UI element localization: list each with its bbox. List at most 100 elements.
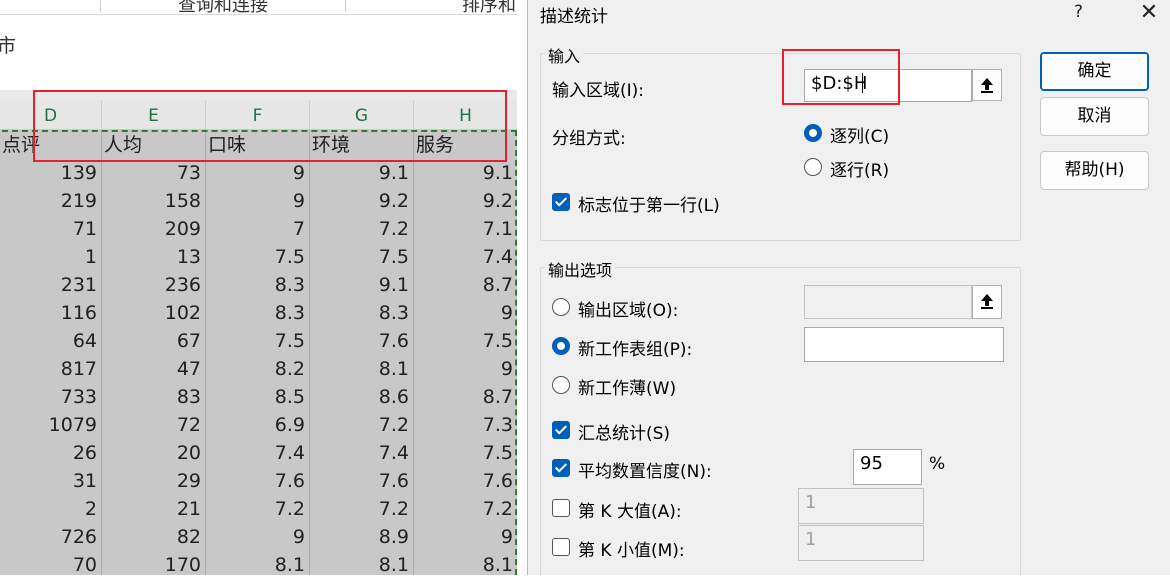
kth-smallest-checkbox[interactable] xyxy=(552,538,570,556)
header-cell[interactable]: 口味 xyxy=(208,130,307,158)
table-cell[interactable]: 9.1 xyxy=(414,158,513,186)
header-cell[interactable]: 服务 xyxy=(416,130,515,158)
output-collapse-button[interactable] xyxy=(972,285,1002,319)
table-cell[interactable]: 21 xyxy=(102,494,201,522)
table-cell[interactable]: 8.9 xyxy=(310,522,409,550)
new-sheet-radio[interactable] xyxy=(552,337,570,355)
new-workbook-radio[interactable] xyxy=(552,376,570,394)
table-cell[interactable]: 64 xyxy=(0,326,97,354)
column-header-g[interactable]: G xyxy=(310,100,413,129)
table-cell[interactable]: 7.4 xyxy=(414,242,513,270)
table-cell[interactable]: 7.6 xyxy=(414,466,513,494)
table-cell[interactable]: 67 xyxy=(102,326,201,354)
table-cell[interactable]: 116 xyxy=(0,298,97,326)
confidence-level-label[interactable]: 平均数置信度(N): xyxy=(578,457,712,482)
table-cell[interactable]: 9.1 xyxy=(310,270,409,298)
input-range-field[interactable]: $D:$H xyxy=(804,69,972,102)
summary-statistics-checkbox[interactable] xyxy=(552,421,570,439)
ok-button[interactable]: 确定 xyxy=(1040,52,1149,91)
table-cell[interactable]: 82 xyxy=(102,522,201,550)
table-cell[interactable]: 9 xyxy=(414,354,513,382)
new-sheet-name-field[interactable] xyxy=(804,327,1004,362)
table-cell[interactable]: 26 xyxy=(0,438,97,466)
table-cell[interactable]: 20 xyxy=(102,438,201,466)
table-cell[interactable]: 71 xyxy=(0,214,97,242)
table-cell[interactable]: 8.6 xyxy=(310,382,409,410)
table-cell[interactable]: 83 xyxy=(102,382,201,410)
table-cell[interactable]: 236 xyxy=(102,270,201,298)
header-cell[interactable]: 人均 xyxy=(104,130,203,158)
table-cell[interactable]: 733 xyxy=(0,382,97,410)
table-cell[interactable]: 9.2 xyxy=(310,186,409,214)
help-icon[interactable]: ? xyxy=(1074,2,1083,22)
table-cell[interactable]: 8.1 xyxy=(310,550,409,575)
labels-first-row-label[interactable]: 标志位于第一行(L) xyxy=(578,191,720,216)
table-cell[interactable]: 9.2 xyxy=(414,186,513,214)
column-header-e[interactable]: E xyxy=(102,100,205,129)
table-cell[interactable]: 8.1 xyxy=(206,550,305,575)
table-cell[interactable]: 7.5 xyxy=(414,438,513,466)
table-cell[interactable]: 7.6 xyxy=(206,466,305,494)
new-sheet-label[interactable]: 新工作表组(P): xyxy=(578,335,692,360)
table-cell[interactable]: 31 xyxy=(0,466,97,494)
table-cell[interactable]: 9 xyxy=(206,158,305,186)
table-cell[interactable]: 231 xyxy=(0,270,97,298)
table-cell[interactable]: 6.9 xyxy=(206,410,305,438)
table-cell[interactable]: 1 xyxy=(0,242,97,270)
table-cell[interactable]: 8.3 xyxy=(206,298,305,326)
table-cell[interactable]: 7.2 xyxy=(310,494,409,522)
table-cell[interactable]: 7.2 xyxy=(310,410,409,438)
table-cell[interactable]: 7.4 xyxy=(206,438,305,466)
table-cell[interactable]: 817 xyxy=(0,354,97,382)
confidence-level-field[interactable]: 95 xyxy=(853,449,922,485)
by-column-radio[interactable] xyxy=(804,124,822,142)
table-cell[interactable]: 7.6 xyxy=(310,466,409,494)
table-cell[interactable]: 73 xyxy=(102,158,201,186)
collapse-dialog-button[interactable] xyxy=(972,69,1002,101)
table-cell[interactable]: 9 xyxy=(206,522,305,550)
table-cell[interactable]: 2 xyxy=(0,494,97,522)
new-workbook-label[interactable]: 新工作薄(W) xyxy=(578,374,676,399)
table-cell[interactable]: 7.5 xyxy=(310,242,409,270)
column-header-d[interactable]: D xyxy=(0,100,101,129)
table-cell[interactable]: 9 xyxy=(414,522,513,550)
table-cell[interactable]: 8.7 xyxy=(414,382,513,410)
table-cell[interactable]: 170 xyxy=(102,550,201,575)
kth-smallest-label[interactable]: 第 K 小值(M): xyxy=(578,536,685,561)
table-cell[interactable]: 219 xyxy=(0,186,97,214)
table-cell[interactable]: 13 xyxy=(102,242,201,270)
table-cell[interactable]: 9 xyxy=(206,186,305,214)
table-cell[interactable]: 102 xyxy=(102,298,201,326)
labels-first-row-checkbox[interactable] xyxy=(552,193,570,211)
table-cell[interactable]: 7.4 xyxy=(310,438,409,466)
table-cell[interactable]: 1079 xyxy=(0,410,97,438)
table-cell[interactable]: 7.5 xyxy=(414,326,513,354)
table-cell[interactable]: 7.2 xyxy=(310,214,409,242)
output-range-field[interactable] xyxy=(804,285,972,319)
table-cell[interactable]: 8.2 xyxy=(206,354,305,382)
table-cell[interactable]: 158 xyxy=(102,186,201,214)
table-cell[interactable]: 8.1 xyxy=(414,550,513,575)
by-column-label[interactable]: 逐列(C) xyxy=(830,122,889,147)
close-icon[interactable]: ✕ xyxy=(1137,0,1161,26)
table-cell[interactable]: 8.1 xyxy=(310,354,409,382)
output-range-label[interactable]: 输出区域(O): xyxy=(578,296,678,321)
output-range-radio[interactable] xyxy=(552,298,570,316)
table-cell[interactable]: 7.1 xyxy=(414,214,513,242)
table-cell[interactable]: 7.6 xyxy=(310,326,409,354)
cancel-button[interactable]: 取消 xyxy=(1040,97,1149,136)
table-cell[interactable]: 7.5 xyxy=(206,326,305,354)
table-cell[interactable]: 47 xyxy=(102,354,201,382)
table-cell[interactable]: 7.2 xyxy=(206,494,305,522)
column-header-f[interactable]: F xyxy=(206,100,309,129)
table-cell[interactable]: 72 xyxy=(102,410,201,438)
table-cell[interactable]: 9.1 xyxy=(310,158,409,186)
table-cell[interactable]: 7.3 xyxy=(414,410,513,438)
table-cell[interactable]: 7.5 xyxy=(206,242,305,270)
kth-largest-label[interactable]: 第 K 大值(A): xyxy=(578,497,682,522)
column-header-h[interactable]: H xyxy=(414,100,517,129)
table-cell[interactable]: 8.3 xyxy=(206,270,305,298)
table-cell[interactable]: 7 xyxy=(206,214,305,242)
summary-statistics-label[interactable]: 汇总统计(S) xyxy=(578,419,670,444)
table-cell[interactable]: 70 xyxy=(0,550,97,575)
